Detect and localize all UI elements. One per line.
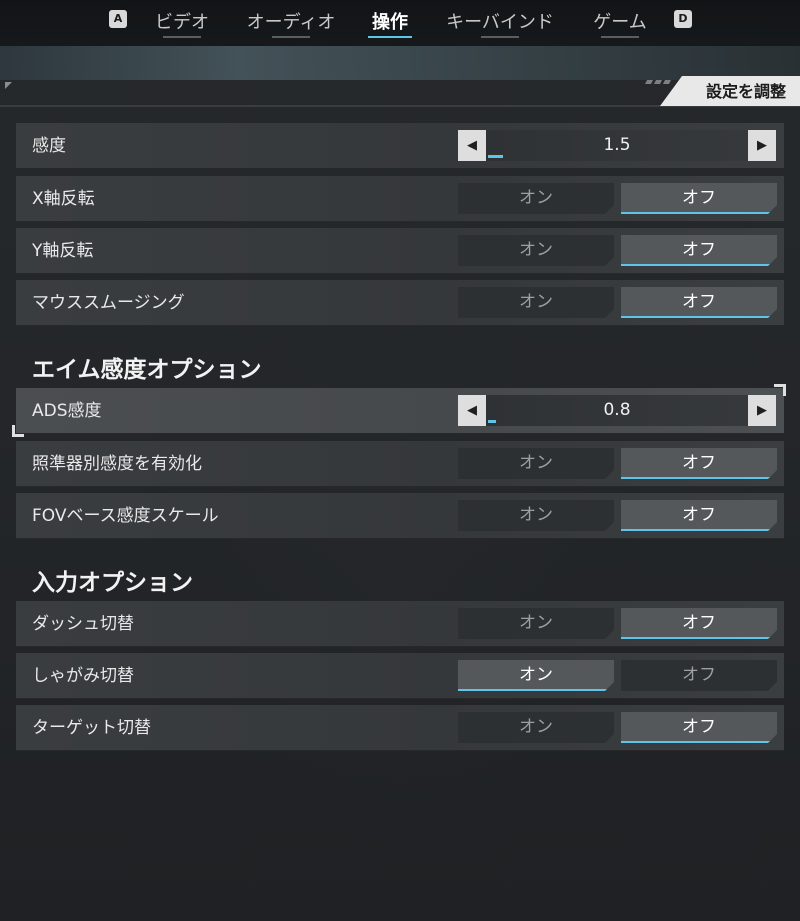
off-button[interactable]: オフ (621, 660, 777, 691)
setting-label: FOVベース感度スケール (32, 506, 219, 526)
setting-row-target-toggle[interactable]: ターゲット切替 オン オフ (16, 705, 784, 751)
tab-keybind[interactable]: キーバインド (442, 8, 558, 38)
slider-value: 0.8 (603, 400, 631, 420)
tab-label: オーディオ (246, 12, 336, 33)
setting-label: 照準器別感度を有効化 (32, 454, 202, 474)
tab-underline (163, 36, 201, 38)
tab-label: 操作 (372, 12, 408, 33)
sensitivity-slider[interactable]: 1.5 ◀ ▶ (458, 130, 776, 161)
on-button[interactable]: オン (458, 660, 614, 691)
on-button[interactable]: オン (458, 235, 614, 266)
on-button[interactable]: オン (458, 608, 614, 639)
setting-row-crouch-toggle[interactable]: しゃがみ切替 オン オフ (16, 653, 784, 699)
off-button[interactable]: オフ (621, 235, 777, 266)
tab-underline (601, 36, 639, 38)
off-button[interactable]: オフ (621, 183, 777, 214)
tab-label: ビデオ (155, 12, 209, 33)
adjust-tab-dots (644, 80, 674, 84)
tab-label: キーバインド (446, 12, 554, 33)
tab-audio[interactable]: オーディオ (242, 8, 340, 38)
tab-underline (481, 36, 519, 38)
on-button[interactable]: オン (458, 712, 614, 743)
setting-label: マウススムージング (32, 293, 185, 313)
setting-row-mouse-smoothing[interactable]: マウススムージング オン オフ (16, 280, 784, 326)
off-button[interactable]: オフ (621, 712, 777, 743)
on-button[interactable]: オン (458, 448, 614, 479)
setting-label: 感度 (32, 136, 66, 156)
prev-tab-key-hint[interactable]: A (109, 10, 127, 28)
setting-row-fov-sensitivity-scale[interactable]: FOVベース感度スケール オン オフ (16, 493, 784, 539)
off-button[interactable]: オフ (621, 448, 777, 479)
increase-arrow-icon[interactable]: ▶ (748, 395, 776, 426)
on-button[interactable]: オン (458, 183, 614, 214)
slider-value: 1.5 (603, 135, 631, 155)
focus-bracket-icon (12, 425, 24, 437)
decrease-arrow-icon[interactable]: ◀ (458, 395, 486, 426)
panel-corner-mark (5, 82, 12, 89)
setting-label: ターゲット切替 (32, 718, 151, 738)
setting-label: X軸反転 (32, 189, 95, 209)
setting-row-per-optic-sensitivity[interactable]: 照準器別感度を有効化 オン オフ (16, 441, 784, 487)
on-button[interactable]: オン (458, 287, 614, 318)
off-button[interactable]: オフ (621, 608, 777, 639)
off-button[interactable]: オフ (621, 287, 777, 318)
tab-video[interactable]: ビデオ (152, 8, 212, 38)
focus-bracket-icon (774, 384, 786, 396)
setting-label: Y軸反転 (32, 241, 94, 261)
next-tab-key-hint[interactable]: D (674, 10, 692, 28)
tab-controls[interactable]: 操作 (366, 8, 414, 38)
setting-row-invert-x[interactable]: X軸反転 オン オフ (16, 176, 784, 222)
setting-row-sensitivity[interactable]: 感度 1.5 ◀ ▶ (16, 123, 784, 169)
setting-row-invert-y[interactable]: Y軸反転 オン オフ (16, 228, 784, 274)
setting-label: ADS感度 (32, 401, 102, 421)
adjust-settings-tab[interactable]: 設定を調整 (660, 76, 800, 106)
setting-row-sprint-toggle[interactable]: ダッシュ切替 オン オフ (16, 601, 784, 647)
section-heading-aim: エイム感度オプション (32, 357, 262, 383)
increase-arrow-icon[interactable]: ▶ (748, 130, 776, 161)
setting-label: しゃがみ切替 (32, 666, 134, 686)
setting-label: ダッシュ切替 (32, 614, 134, 634)
tab-label: ゲーム (593, 12, 647, 33)
top-navigation: A ビデオ オーディオ 操作 キーバインド ゲーム D (0, 0, 800, 46)
section-heading-input: 入力オプション (32, 570, 193, 596)
tab-underline (272, 36, 310, 38)
tab-game[interactable]: ゲーム (590, 8, 650, 38)
decrease-arrow-icon[interactable]: ◀ (458, 130, 486, 161)
ads-sensitivity-slider[interactable]: 0.8 ◀ ▶ (458, 395, 776, 426)
setting-row-ads-sensitivity[interactable]: ADS感度 0.8 ◀ ▶ (16, 388, 784, 434)
on-button[interactable]: オン (458, 500, 614, 531)
tab-underline-active (368, 36, 412, 38)
off-button[interactable]: オフ (621, 500, 777, 531)
background-strip (0, 46, 800, 80)
